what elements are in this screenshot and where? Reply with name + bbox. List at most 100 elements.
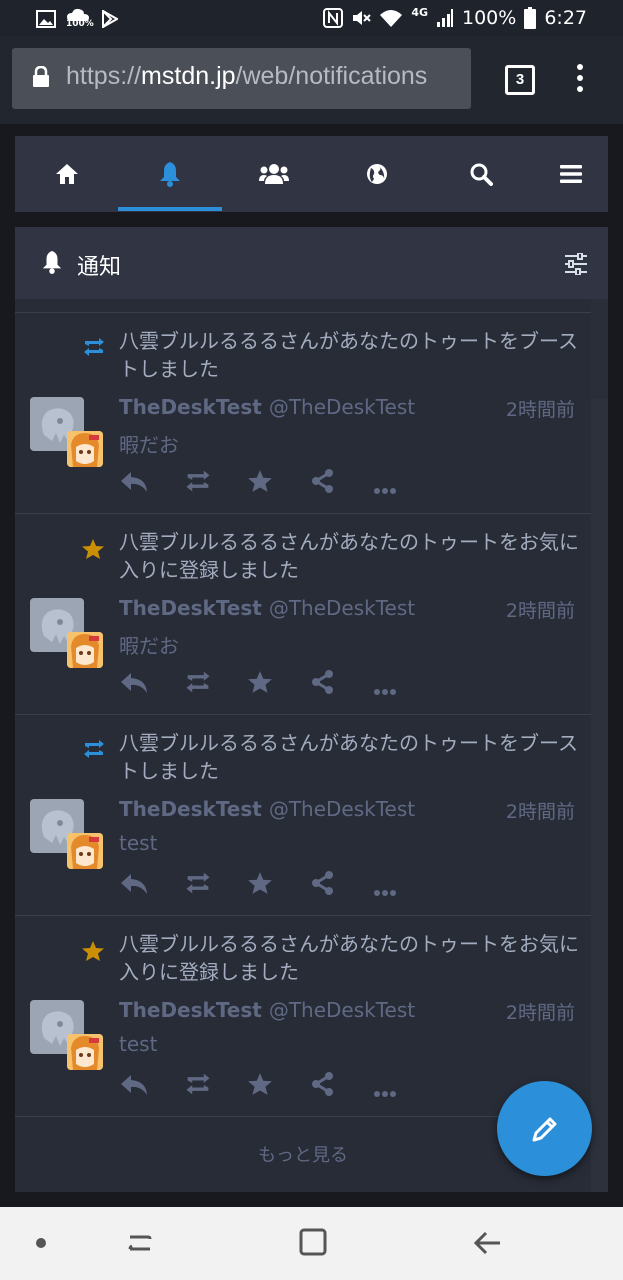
browser-menu-button[interactable]: [570, 64, 590, 98]
relative-time[interactable]: 2時間前: [506, 998, 575, 1025]
account-handle: @TheDeskTest: [268, 395, 416, 419]
tab-federated[interactable]: [325, 136, 429, 212]
favourite-icon[interactable]: [247, 871, 273, 899]
url-host: mstdn.jp: [141, 62, 236, 90]
status-content: test: [119, 1032, 158, 1056]
pencil-icon: [532, 1117, 556, 1141]
retweet-icon: [81, 337, 107, 361]
boost-icon[interactable]: [183, 670, 213, 698]
url-text: https://mstdn.jp/web/notifications: [66, 62, 427, 91]
column-nav: [15, 136, 608, 212]
booster-avatar[interactable]: [67, 1034, 103, 1070]
more-icon[interactable]: [373, 681, 397, 700]
image-icon: [36, 10, 56, 28]
favourite-icon[interactable]: [247, 670, 273, 698]
menu-icon: [560, 165, 582, 183]
scrollbar-thumb[interactable]: [591, 399, 608, 1192]
notification-item[interactable]: 八雲ブルルるるるさんがあなたのトゥートをお気に入りに登録しました TheDeskT…: [15, 514, 591, 715]
status-content: 暇だお: [119, 634, 179, 658]
share-icon[interactable]: [311, 670, 335, 698]
more-icon[interactable]: [373, 882, 397, 901]
display-name[interactable]: TheDeskTest @TheDeskTest: [119, 596, 415, 620]
network-type: 4G: [411, 5, 428, 19]
mute-icon: [353, 11, 372, 25]
display-name[interactable]: TheDeskTest @TheDeskTest: [119, 797, 415, 821]
tab-home[interactable]: [15, 136, 119, 212]
account-handle: @TheDeskTest: [268, 797, 416, 821]
more-icon[interactable]: [373, 1083, 397, 1102]
column-header[interactable]: 通知: [15, 227, 608, 299]
display-name[interactable]: TheDeskTest @TheDeskTest: [119, 998, 415, 1022]
globe-icon: [367, 164, 387, 184]
url-bar[interactable]: https://mstdn.jp/web/notifications: [12, 48, 471, 109]
signal-icon: [437, 9, 453, 27]
battery-percent: 100%: [462, 7, 517, 29]
notification-message: 八雲ブルルるるるさんがあなたのトゥートをお気に入りに登録しました: [119, 530, 579, 582]
tab-notifications[interactable]: [118, 136, 222, 212]
notification-message: 八雲ブルルるるるさんがあなたのトゥートをブーストしました: [119, 731, 578, 783]
boost-icon[interactable]: [183, 1072, 213, 1100]
browser-toolbar: https://mstdn.jp/web/notifications 3: [0, 36, 623, 124]
battery-icon: [524, 7, 537, 29]
users-icon: [259, 164, 289, 184]
status-content: 暇だお: [119, 433, 179, 457]
relative-time[interactable]: 2時間前: [506, 797, 575, 824]
booster-avatar[interactable]: [67, 833, 103, 869]
boost-icon[interactable]: [183, 469, 213, 497]
compose-button[interactable]: [497, 1081, 592, 1176]
url-scheme: https://: [66, 62, 142, 90]
reply-icon[interactable]: [119, 469, 149, 499]
status-bar: 100% 4G 100% 6:27: [0, 0, 623, 36]
tab-menu[interactable]: [519, 136, 623, 212]
url-path: /web/notifications: [235, 62, 428, 90]
notification-item[interactable]: 八雲ブルルるるるさんがあなたのトゥートをブーストしました TheDeskTest …: [15, 313, 591, 514]
star-icon: [81, 538, 105, 564]
sliders-icon[interactable]: [564, 253, 588, 275]
weather-badge: 100%: [66, 19, 94, 29]
account-handle: @TheDeskTest: [268, 998, 416, 1022]
favourite-icon[interactable]: [247, 1072, 273, 1100]
recent-apps-icon[interactable]: [126, 1229, 154, 1257]
clock: 6:27: [544, 7, 587, 29]
nfc-icon: [323, 8, 344, 28]
lock-icon: [33, 66, 49, 87]
booster-avatar[interactable]: [67, 632, 103, 668]
tab-search[interactable]: [429, 136, 533, 212]
share-icon[interactable]: [311, 1072, 335, 1100]
notification-message: 八雲ブルルるるるさんがあなたのトゥートをお気に入りに登録しました: [119, 932, 579, 984]
account-handle: @TheDeskTest: [268, 596, 416, 620]
reply-icon[interactable]: [119, 670, 149, 700]
favourite-icon[interactable]: [247, 469, 273, 497]
bell-icon: [160, 162, 180, 187]
search-icon: [470, 163, 493, 186]
relative-time[interactable]: 2時間前: [506, 395, 575, 422]
home-button-icon[interactable]: [298, 1227, 328, 1257]
boost-icon[interactable]: [183, 871, 213, 899]
reply-icon[interactable]: [119, 1072, 149, 1102]
display-name-text: TheDeskTest: [119, 797, 262, 821]
relative-time[interactable]: 2時間前: [506, 596, 575, 623]
notifications-list[interactable]: 八雲ブルルるるるさんがあなたのトゥートをブーストしました TheDeskTest …: [15, 299, 608, 1192]
weather-icon: 100%: [66, 7, 94, 31]
tab-switcher-button[interactable]: 3: [505, 65, 535, 95]
booster-avatar[interactable]: [67, 431, 103, 467]
display-name-text: TheDeskTest: [119, 998, 262, 1022]
notification-item[interactable]: 八雲ブルルるるるさんがあなたのトゥートをブーストしました TheDeskTest …: [15, 715, 591, 916]
status-content: test: [119, 831, 158, 855]
home-icon: [56, 164, 78, 184]
play-store-icon: [102, 10, 118, 28]
share-icon[interactable]: [311, 871, 335, 899]
bell-icon: [42, 251, 62, 274]
more-icon[interactable]: [373, 480, 397, 499]
display-name[interactable]: TheDeskTest @TheDeskTest: [119, 395, 415, 419]
android-navigation-bar: [0, 1207, 623, 1280]
display-name-text: TheDeskTest: [119, 596, 262, 620]
wifi-icon: [380, 10, 403, 27]
notification-message: 八雲ブルルるるるさんがあなたのトゥートをブーストしました: [119, 329, 578, 381]
share-icon[interactable]: [311, 469, 335, 497]
back-icon[interactable]: [472, 1229, 502, 1257]
notification-item[interactable]: 八雲ブルルるるるさんがあなたのトゥートをお気に入りに登録しました TheDeskT…: [15, 916, 591, 1117]
reply-icon[interactable]: [119, 871, 149, 901]
tab-local[interactable]: [222, 136, 326, 212]
dot-indicator: [36, 1238, 46, 1248]
